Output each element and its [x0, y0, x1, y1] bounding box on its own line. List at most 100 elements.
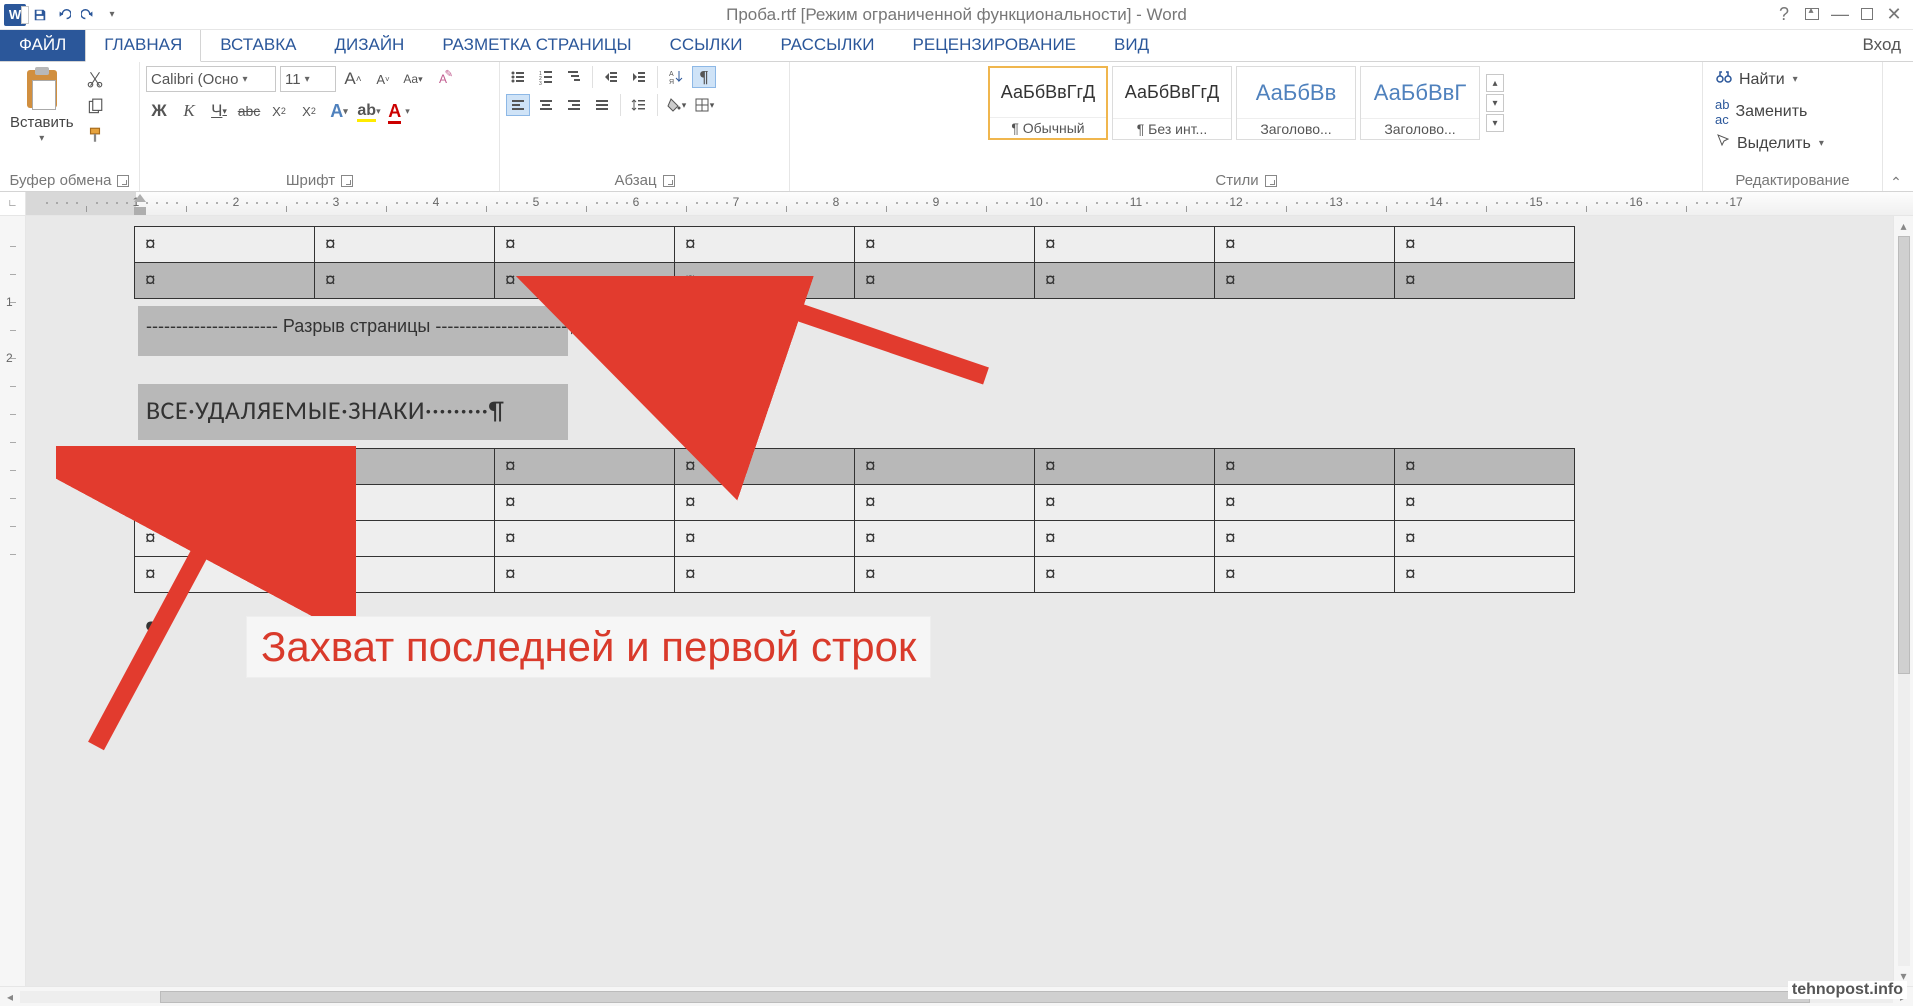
italic-button[interactable]: К	[176, 98, 202, 124]
styles-dialog-launcher[interactable]	[1265, 175, 1277, 187]
table-cell[interactable]: ¤	[675, 263, 855, 299]
subscript-button[interactable]: X2	[266, 98, 292, 124]
tab-references[interactable]: ССЫЛКИ	[651, 28, 762, 61]
tab-home[interactable]: ГЛАВНАЯ	[85, 28, 201, 62]
table-cell[interactable]: ¤	[1215, 485, 1395, 521]
table-row[interactable]: ¤¤¤¤¤¤¤¤	[135, 521, 1575, 557]
table-row[interactable]: ¤¤¤¤¤¤¤¤	[135, 263, 1575, 299]
save-button[interactable]	[30, 5, 50, 25]
table-cell[interactable]: ¤	[1035, 521, 1215, 557]
tab-layout[interactable]: РАЗМЕТКА СТРАНИЦЫ	[423, 28, 650, 61]
vscroll-thumb[interactable]	[1898, 236, 1910, 674]
table-cell[interactable]: ¤	[1395, 557, 1575, 593]
borders-button[interactable]: ▾	[692, 94, 716, 116]
table-cell[interactable]: ¤	[1215, 449, 1395, 485]
ribbon-display-button[interactable]: ▴	[1805, 8, 1819, 20]
table-cell[interactable]: ¤	[675, 227, 855, 263]
redo-button[interactable]	[78, 5, 98, 25]
change-case-button[interactable]: Aa▾	[400, 66, 426, 92]
table-row[interactable]: ¤¤¤¤¤¤¤¤	[135, 449, 1575, 485]
table-cell[interactable]: ¤	[135, 557, 315, 593]
document-page[interactable]: ¤¤¤¤¤¤¤¤¤¤¤¤¤¤¤¤ ---------------------- …	[26, 216, 1913, 986]
table-cell[interactable]: ¤	[495, 557, 675, 593]
table-cell[interactable]: ¤	[1215, 263, 1395, 299]
numbering-button[interactable]: 123	[534, 66, 558, 88]
table-cell[interactable]: ¤	[315, 557, 495, 593]
style-card-1[interactable]: АаБбВвГгД¶ Без инт...	[1112, 66, 1232, 140]
tab-mailings[interactable]: РАССЫЛКИ	[761, 28, 893, 61]
table-cell[interactable]: ¤	[1395, 521, 1575, 557]
scroll-up-button[interactable]: ▴	[1900, 216, 1906, 236]
scroll-left-button[interactable]: ◂	[0, 990, 20, 1004]
tab-file[interactable]: ФАЙЛ	[0, 28, 85, 61]
table-cell[interactable]: ¤	[1395, 227, 1575, 263]
table-cell[interactable]: ¤	[675, 521, 855, 557]
horizontal-ruler[interactable]: 1234567891011121314151617	[26, 192, 1913, 215]
table-cell[interactable]: ¤	[315, 263, 495, 299]
table-cell[interactable]: ¤	[315, 485, 495, 521]
table-cell[interactable]: ¤	[315, 227, 495, 263]
clear-format-button[interactable]: A✎	[430, 66, 456, 92]
multilevel-button[interactable]	[562, 66, 586, 88]
table-cell[interactable]: ¤	[1035, 557, 1215, 593]
grow-font-button[interactable]: A˄	[340, 66, 366, 92]
table-cell[interactable]: ¤	[495, 227, 675, 263]
styles-more[interactable]: ▾	[1486, 114, 1504, 132]
table-2[interactable]: ¤¤¤¤¤¤¤¤¤¤¤¤¤¤¤¤¤¤¤¤¤¤¤¤¤¤¤¤¤¤¤¤	[134, 448, 1575, 593]
tab-view[interactable]: ВИД	[1095, 28, 1168, 61]
vertical-ruler[interactable]: 12	[0, 216, 26, 986]
strike-button[interactable]: abc	[236, 98, 262, 124]
table-cell[interactable]: ¤	[135, 449, 315, 485]
table-cell[interactable]: ¤	[1395, 263, 1575, 299]
help-button[interactable]: ?	[1775, 4, 1793, 25]
cut-button[interactable]	[84, 68, 106, 90]
font-size-combo[interactable]: 11▾	[280, 66, 336, 92]
table-cell[interactable]: ¤	[855, 521, 1035, 557]
table-row[interactable]: ¤¤¤¤¤¤¤¤	[135, 227, 1575, 263]
underline-button[interactable]: Ч▾	[206, 98, 232, 124]
table-cell[interactable]: ¤	[1035, 227, 1215, 263]
bold-button[interactable]: Ж	[146, 98, 172, 124]
sign-in-link[interactable]: Вход	[1851, 29, 1913, 61]
table-cell[interactable]: ¤	[315, 521, 495, 557]
line-spacing-button[interactable]	[627, 94, 651, 116]
table-cell[interactable]: ¤	[1395, 485, 1575, 521]
find-button[interactable]: Найти▾	[1715, 68, 1870, 91]
format-painter-button[interactable]	[84, 124, 106, 146]
sort-button[interactable]: АЯ	[664, 66, 688, 88]
justify-button[interactable]	[590, 94, 614, 116]
table-cell[interactable]: ¤	[855, 263, 1035, 299]
shading-button[interactable]: ▾	[664, 94, 688, 116]
table-cell[interactable]: ¤	[1035, 485, 1215, 521]
decrease-indent-button[interactable]	[599, 66, 623, 88]
table-cell[interactable]: ¤	[675, 449, 855, 485]
table-cell[interactable]: ¤	[495, 449, 675, 485]
undo-button[interactable]	[54, 5, 74, 25]
bullets-button[interactable]	[506, 66, 530, 88]
vertical-scrollbar[interactable]: ▴ ▾	[1893, 216, 1913, 986]
table-cell[interactable]: ¤	[855, 557, 1035, 593]
superscript-button[interactable]: X2	[296, 98, 322, 124]
table-cell[interactable]: ¤	[135, 485, 315, 521]
table-1[interactable]: ¤¤¤¤¤¤¤¤¤¤¤¤¤¤¤¤	[134, 226, 1575, 299]
show-marks-button[interactable]: ¶	[692, 66, 716, 88]
table-cell[interactable]: ¤	[1395, 449, 1575, 485]
font-dialog-launcher[interactable]	[341, 175, 353, 187]
styles-scroll-up[interactable]: ▴	[1486, 74, 1504, 92]
table-cell[interactable]: ¤	[495, 263, 675, 299]
table-cell[interactable]: ¤	[495, 485, 675, 521]
tab-selector[interactable]: ∟	[0, 192, 26, 215]
collapse-ribbon-button[interactable]: ⌃	[1883, 174, 1909, 191]
table-cell[interactable]: ¤	[1035, 263, 1215, 299]
align-center-button[interactable]	[534, 94, 558, 116]
replace-button[interactable]: abacЗаменить	[1715, 97, 1870, 127]
minimize-button[interactable]: —	[1831, 4, 1849, 25]
table-cell[interactable]: ¤	[675, 485, 855, 521]
styles-scroll-down[interactable]: ▾	[1486, 94, 1504, 112]
font-color-button[interactable]: A▾	[386, 98, 412, 124]
paragraph-dialog-launcher[interactable]	[663, 175, 675, 187]
table-cell[interactable]: ¤	[135, 521, 315, 557]
copy-button[interactable]	[84, 96, 106, 118]
table-cell[interactable]: ¤	[315, 449, 495, 485]
tab-review[interactable]: РЕЦЕНЗИРОВАНИЕ	[894, 28, 1096, 61]
